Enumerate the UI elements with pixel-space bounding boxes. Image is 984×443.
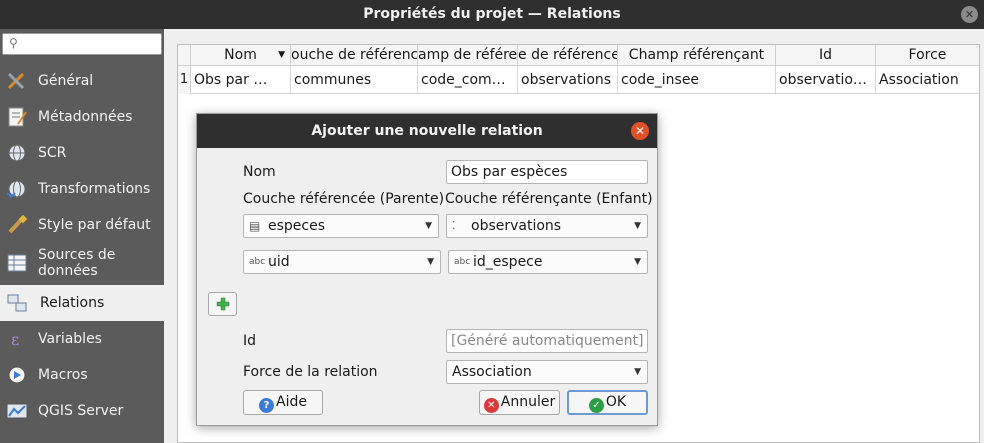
child-field-combo[interactable]: abc id_espece ▼ [448,250,648,274]
sidebar-item-label: Macros [38,367,88,383]
sort-down-icon: ▼ [278,50,285,60]
paintbrush-icon [8,215,28,234]
add-field-pair-button[interactable] [208,292,237,316]
string-field-icon: abc [249,257,266,267]
sidebar-item-variables[interactable]: ε Variables [0,321,164,357]
sidebar-item-label: QGIS Server [38,403,124,419]
expression-icon: ε [11,330,19,349]
chevron-down-icon: ▼ [634,221,641,231]
notepad-icon [8,107,27,127]
sidebar-item-general[interactable]: Général [0,63,164,99]
string-field-icon: abc [454,257,471,267]
row-number[interactable]: 1 [178,66,191,94]
help-icon: ? [259,398,275,413]
column-header-strength[interactable]: Force [876,45,979,66]
cancel-button[interactable]: ✕ Annuler [479,390,560,415]
sidebar-item-default-style[interactable]: Style par défaut [0,207,164,243]
chevron-down-icon: ▼ [427,257,434,267]
strength-label: Force de la relation [243,364,378,380]
table-cell[interactable]: code_insee [618,66,776,94]
sidebar-item-label: Sources de données [38,247,116,279]
parent-field-combo[interactable]: abc uid ▼ [243,250,441,274]
window-close-icon[interactable]: ✕ [961,6,978,23]
help-button[interactable]: ? Aide [243,390,323,415]
sidebar-item-relations[interactable]: Relations [0,285,164,321]
sidebar-item-macros[interactable]: Macros [0,357,164,393]
parent-layer-combo[interactable]: ▤ especes ▼ [243,214,439,238]
column-header-name[interactable]: Nom ▼ [191,45,291,66]
dialog-title: Ajouter une nouvelle relation [311,123,543,139]
column-header-referencing-layer[interactable]: e de référence [518,45,618,66]
relations-icon [7,294,27,312]
sidebar-item-label: Variables [38,331,102,347]
chevron-down-icon: ▼ [634,257,641,267]
table-cell[interactable]: communes [291,66,418,94]
table-cell[interactable]: code_com… [418,66,518,94]
name-label: Nom [243,164,276,180]
sidebar-item-qgis-server[interactable]: QGIS Server [0,393,164,429]
table-layer-icon: ▤ [249,219,261,233]
table-icon [7,254,27,272]
sidebar-item-label: Style par défaut [38,217,151,233]
dialog-close-icon[interactable]: ✕ [631,122,649,140]
table-corner-header [178,45,191,66]
child-layer-combo[interactable]: ⁚ observations ▼ [446,214,648,238]
sidebar-item-metadata[interactable]: Métadonnées [0,99,164,135]
sidebar-item-scr[interactable]: SCR [0,135,164,171]
sidebar-item-label: SCR [38,145,67,161]
tools-icon [7,72,25,90]
window-titlebar: Propriétés du projet — Relations ✕ [0,0,984,29]
svg-text:ε: ε [11,330,19,349]
column-header-referencing-field[interactable]: Champ référençant [618,45,776,66]
cancel-icon: ✕ [483,398,499,413]
id-input[interactable]: [Généré automatiquement] [446,329,648,353]
chevron-down-icon: ▼ [425,221,432,231]
sidebar-item-label: Général [38,73,94,89]
column-header-id[interactable]: Id [776,45,876,66]
search-icon: ⚲ [9,36,18,50]
strength-combo[interactable]: Association ▼ [446,360,648,384]
macro-icon [8,366,26,384]
table-cell[interactable]: Association [876,66,979,94]
sidebar-item-label: Transformations [38,181,151,197]
id-label: Id [243,333,257,349]
plus-icon [216,297,229,311]
sidebar: ⚲ Général Métadonnées SCR Transformation… [0,29,164,443]
table-cell[interactable]: observations [518,66,618,94]
ok-button[interactable]: ✓ OK [567,390,648,415]
sidebar-item-data-sources[interactable]: Sources de données [0,243,164,283]
point-layer-icon: ⁚ [452,219,456,232]
sidebar-item-label: Relations [40,295,105,311]
chevron-down-icon: ▼ [634,367,641,377]
child-layer-label: Couche référençante (Enfant) [445,191,653,207]
globe-transform-icon [6,180,26,199]
parent-layer-label: Couche référencée (Parente) [243,191,445,207]
column-header-referenced-field[interactable]: amp de référe [418,45,518,66]
dialog-titlebar: Ajouter une nouvelle relation ✕ [197,114,657,148]
name-input[interactable]: Obs par espèces [446,160,648,184]
server-icon [6,403,28,419]
check-icon: ✓ [588,398,604,413]
sidebar-search-input[interactable]: ⚲ [2,33,162,55]
column-header-referenced-layer[interactable]: ouche de référenc [291,45,418,66]
globe-icon [8,144,26,162]
sidebar-item-transformations[interactable]: Transformations [0,171,164,207]
table-cell[interactable]: Obs par … [191,66,291,94]
add-relation-dialog: Ajouter une nouvelle relation ✕ Nom Obs … [196,113,658,426]
table-cell[interactable]: observatio… [776,66,876,94]
window-title: Propriétés du projet — Relations [363,6,621,22]
sidebar-item-label: Métadonnées [38,109,133,125]
